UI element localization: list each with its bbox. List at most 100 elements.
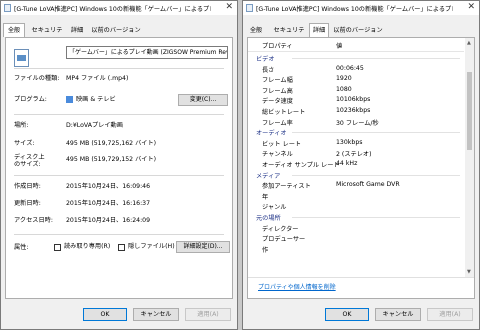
property-value: 2 (ステレオ): [336, 151, 372, 159]
file-type-label: ファイルの種類:: [14, 75, 60, 82]
property-value: 10236kbps: [336, 107, 371, 114]
property-row[interactable]: チャンネル 2 (ステレオ): [248, 148, 464, 158]
property-name: ディレクター: [262, 225, 299, 233]
property-name: フレーム率: [262, 119, 293, 127]
program-label: プログラム:: [14, 96, 47, 103]
property-row[interactable]: 総ビットレート 10236kbps: [248, 106, 464, 116]
group-divider: [292, 58, 460, 59]
file-type-value: MP4 ファイル (.mp4): [66, 75, 129, 82]
general-panel: 「ゲームバー」によるプレイ動画 (ZIGSOW Premium Review) …: [5, 37, 233, 299]
value-column-header[interactable]: 値: [336, 41, 342, 50]
accessed-label: アクセス日時:: [14, 217, 53, 224]
scroll-up-icon[interactable]: ▲: [467, 40, 471, 46]
tab-general[interactable]: 全般: [3, 23, 25, 37]
tab-previous-versions[interactable]: 以前のバージョン: [91, 25, 141, 37]
property-row[interactable]: データ速度 10106kbps: [248, 95, 464, 105]
cancel-button[interactable]: キャンセル: [375, 308, 421, 321]
tab-previous-versions[interactable]: 以前のバージョン: [333, 25, 383, 37]
property-row[interactable]: プロデューサー: [248, 233, 464, 243]
scroll-thumb[interactable]: [467, 72, 472, 150]
tab-security[interactable]: セキュリティ: [271, 25, 307, 46]
property-row[interactable]: 年: [248, 191, 464, 201]
program-value: 映画 & テレビ: [76, 96, 116, 103]
tab-general[interactable]: 全般: [245, 25, 267, 37]
property-row[interactable]: フレーム高 1080: [248, 85, 464, 95]
property-row[interactable]: オーディオ サンプル レート 44 kHz: [248, 159, 464, 169]
property-row[interactable]: 長さ 00:06:45: [248, 64, 464, 74]
location-label: 場所:: [14, 122, 29, 129]
property-column-header[interactable]: プロパティ: [262, 41, 293, 50]
hidden-label[interactable]: 隠しファイル(H): [128, 243, 175, 251]
property-row[interactable]: フレーム幅 1920: [248, 74, 464, 84]
size-value: 495 MB (519,725,162 バイト): [66, 140, 157, 147]
property-name: データ速度: [262, 98, 293, 106]
property-name: フレーム幅: [262, 77, 293, 85]
property-name: オーディオ サンプル レート: [262, 162, 340, 169]
ok-button[interactable]: OK: [325, 308, 369, 321]
title-bar[interactable]: [G-Tune LoVA推進PC] Windows 10の新機能「ゲームバー」に…: [1, 1, 237, 15]
property-row[interactable]: ディレクター: [248, 223, 464, 233]
apply-button[interactable]: 適用(A): [185, 308, 231, 321]
window-title: [G-Tune LoVA推進PC] Windows 10の新機能「ゲームバー」に…: [256, 6, 453, 13]
file-name-field[interactable]: 「ゲームバー」によるプレイ動画 (ZIGSOW Premium Review): [66, 46, 228, 59]
apply-button[interactable]: 適用(A): [427, 308, 473, 321]
group-label: ビデオ: [256, 56, 275, 63]
file-icon: [246, 4, 253, 12]
property-row[interactable]: フレーム率 30 フレーム/秒: [248, 117, 464, 127]
divider: [14, 234, 224, 235]
group-divider: [292, 174, 460, 176]
readonly-label[interactable]: 読み取り専用(R): [64, 243, 110, 251]
movies-tv-icon: [66, 96, 73, 103]
ok-button[interactable]: OK: [83, 308, 127, 321]
change-button[interactable]: 変更(C)...: [178, 94, 228, 106]
disk-size-value: 495 MB (519,729,152 バイト): [66, 156, 157, 163]
property-row[interactable]: 作: [248, 244, 464, 254]
group-header[interactable]: オーディオ: [248, 127, 464, 137]
property-list: プロパティ 値 ビデオ 長さ 00:06:45 フレーム幅 1920 フレーム高 1080 デ…: [248, 38, 474, 278]
modified-value: 2015年10月24日、16:16:37: [66, 200, 151, 207]
group-divider: [292, 217, 460, 218]
size-label: サイズ:: [14, 140, 35, 147]
property-row[interactable]: ジャンル: [248, 201, 464, 211]
property-value: 1080: [336, 85, 352, 93]
modified-label: 更新日時:: [14, 200, 41, 207]
tab-details[interactable]: 詳細: [67, 25, 87, 37]
tab-security[interactable]: セキュリティ: [29, 25, 65, 46]
property-value: 00:06:45: [336, 64, 364, 72]
divider: [14, 68, 224, 69]
group-label: 元の場所: [256, 215, 281, 222]
close-icon[interactable]: ✕: [467, 2, 475, 13]
details-panel: プロパティ 値 ビデオ 長さ 00:06:45 フレーム幅 1920 フレーム高 1080 デ…: [247, 37, 475, 299]
group-header[interactable]: メディア: [248, 170, 464, 180]
property-row[interactable]: ビット レート 130kbps: [248, 138, 464, 148]
group-header[interactable]: ビデオ: [248, 53, 464, 63]
group-label: メディア: [256, 172, 281, 180]
cancel-button[interactable]: キャンセル: [133, 308, 179, 321]
scroll-down-icon[interactable]: ▼: [467, 269, 471, 275]
window-title: [G-Tune LoVA推進PC] Windows 10の新機能「ゲームバー」に…: [14, 6, 211, 13]
readonly-checkbox[interactable]: [54, 244, 61, 251]
title-bar[interactable]: [G-Tune LoVA推進PC] Windows 10の新機能「ゲームバー」に…: [243, 1, 479, 15]
property-name: 参加アーティスト: [262, 183, 311, 191]
vertical-scrollbar[interactable]: ▲ ▼: [465, 38, 474, 277]
file-icon: [4, 4, 11, 12]
advanced-button[interactable]: 詳細設定(D)...: [176, 241, 230, 253]
property-name: チャンネル: [262, 151, 293, 159]
properties-window-general: [G-Tune LoVA推進PC] Windows 10の新機能「ゲームバー」に…: [0, 0, 238, 330]
property-value: 130kbps: [336, 138, 363, 146]
property-value: Microsoft Game DVR: [336, 181, 400, 189]
tab-details[interactable]: 詳細: [309, 23, 329, 37]
location-value: D:¥LoVAプレイ動画: [66, 122, 123, 129]
group-header[interactable]: 元の場所: [248, 212, 464, 222]
hidden-checkbox[interactable]: [118, 244, 125, 251]
remove-properties-link[interactable]: プロパティや個人情報を削除: [258, 282, 336, 291]
group-divider: [292, 132, 460, 134]
property-name: ジャンル: [262, 204, 287, 212]
accessed-value: 2015年10月24日、16:24:09: [66, 217, 151, 224]
property-value: 10106kbps: [336, 96, 371, 104]
close-icon[interactable]: ✕: [225, 2, 233, 13]
created-label: 作成日時:: [14, 183, 41, 190]
property-row[interactable]: 参加アーティスト Microsoft Game DVR: [248, 180, 464, 190]
property-name: 総ビットレート: [262, 109, 306, 116]
property-value: 30 フレーム/秒: [336, 119, 379, 127]
